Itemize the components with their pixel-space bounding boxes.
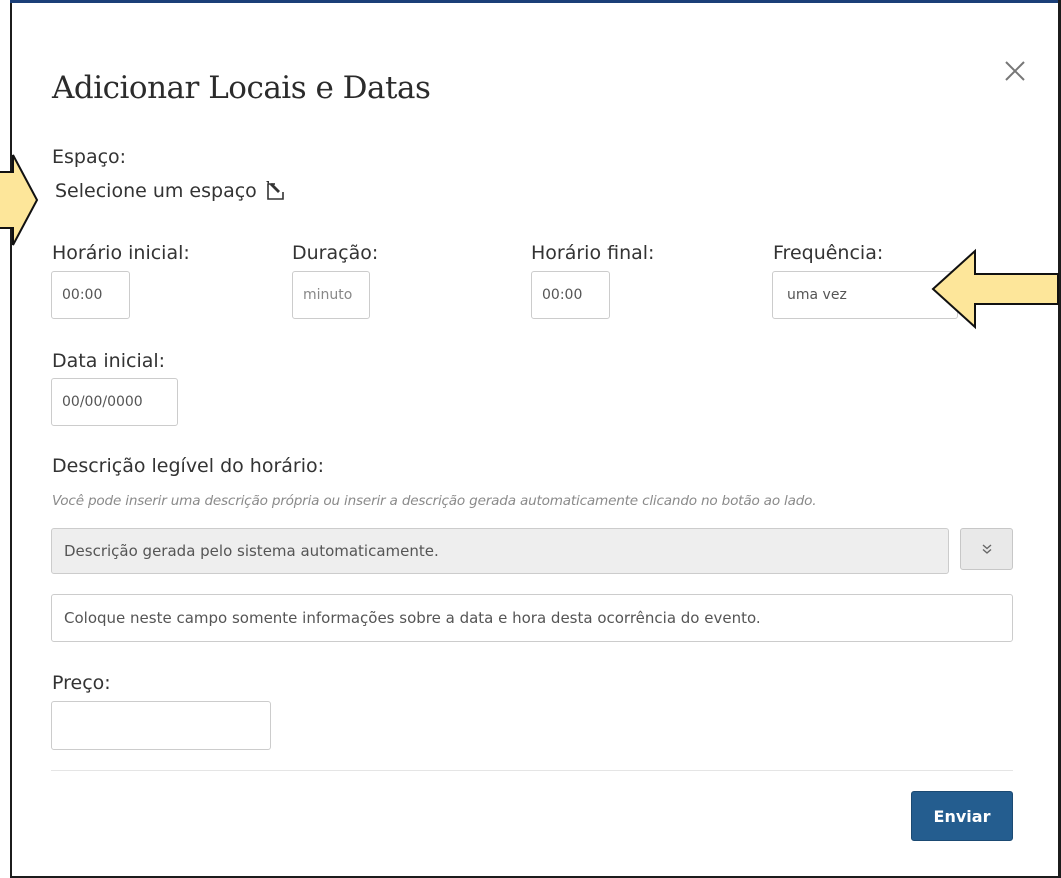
end-time-label: Horário final: xyxy=(531,242,655,264)
price-input[interactable] xyxy=(51,701,271,750)
custom-description-input[interactable]: Coloque neste campo somente informações … xyxy=(51,594,1013,642)
readable-description-label: Descrição legível do horário: xyxy=(52,455,325,477)
close-icon[interactable] xyxy=(1000,56,1030,86)
chevron-double-down-icon xyxy=(982,544,991,554)
select-space-link[interactable]: Selecione um espaço xyxy=(55,180,287,202)
submit-button[interactable]: Enviar xyxy=(911,791,1013,841)
start-date-input[interactable]: 00/00/0000 xyxy=(51,378,178,426)
start-date-label: Data inicial: xyxy=(52,350,166,372)
annotation-arrow-left xyxy=(0,154,39,246)
footer-divider xyxy=(51,770,1013,771)
modal-title: Adicionar Locais e Datas xyxy=(52,70,431,106)
custom-description-placeholder: Coloque neste campo somente informações … xyxy=(64,609,761,627)
window-edge-left xyxy=(0,0,12,878)
end-time-input[interactable]: 00:00 xyxy=(531,271,610,319)
space-label: Espaço: xyxy=(52,146,127,168)
frequency-label: Frequência: xyxy=(773,242,884,264)
select-space-text: Selecione um espaço xyxy=(55,180,257,202)
edit-pencil-icon[interactable] xyxy=(265,180,287,202)
start-time-input[interactable]: 00:00 xyxy=(51,271,130,319)
start-time-label: Horário inicial: xyxy=(52,242,190,264)
auto-description-text: Descrição gerada pelo sistema automatica… xyxy=(64,542,439,560)
duration-label: Duração: xyxy=(292,242,379,264)
insert-auto-description-button[interactable] xyxy=(960,528,1013,570)
price-label: Preço: xyxy=(52,672,111,694)
readable-description-hint: Você pode inserir uma descrição própria … xyxy=(52,493,817,509)
auto-description-field: Descrição gerada pelo sistema automatica… xyxy=(51,528,949,574)
annotation-arrow-right xyxy=(931,248,1059,330)
duration-input[interactable]: minuto xyxy=(292,271,370,319)
